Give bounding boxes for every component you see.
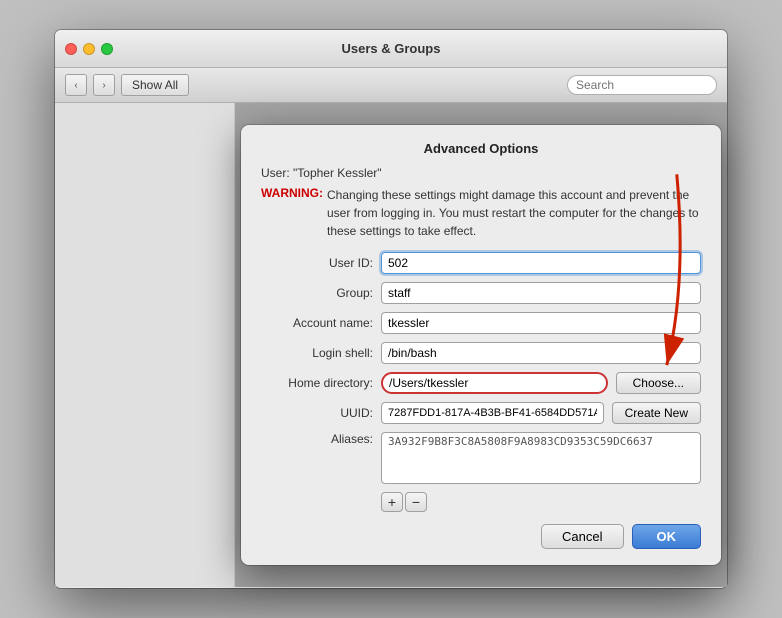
window-content: Advanced Options User: "Topher Kessler" … [55, 103, 727, 587]
home-directory-input[interactable] [381, 372, 608, 394]
create-new-button[interactable]: Create New [612, 402, 701, 424]
modal-overlay: Advanced Options User: "Topher Kessler" … [235, 103, 727, 587]
os-window: Users & Groups ‹ › Show All Advanced Opt… [55, 30, 727, 588]
home-directory-row: Home directory: Choose... [261, 372, 701, 394]
uuid-row: UUID: Create New [261, 402, 701, 424]
warning-label: WARNING: [261, 186, 323, 240]
group-row: Group: [261, 282, 701, 304]
aliases-row: Aliases: 3A932F9B8F3C8A5808F9A8983CD9353… [261, 432, 701, 484]
group-label: Group: [261, 286, 381, 300]
aliases-textarea[interactable]: 3A932F9B8F3C8A5808F9A8983CD9353C59DC6637 [381, 432, 701, 484]
uuid-input[interactable] [381, 402, 604, 424]
dialog-footer: Cancel OK [241, 524, 721, 549]
aliases-label: Aliases: [261, 432, 381, 446]
uuid-label: UUID: [261, 406, 381, 420]
advanced-options-dialog: Advanced Options User: "Topher Kessler" … [241, 125, 721, 565]
remove-alias-button[interactable]: − [405, 492, 427, 512]
user-label: User: "Topher Kessler" [261, 166, 701, 180]
main-content: Advanced Options User: "Topher Kessler" … [235, 103, 727, 587]
login-shell-row: Login shell: [261, 342, 701, 364]
warning-box: WARNING: Changing these settings might d… [261, 186, 701, 240]
titlebar: Users & Groups [55, 30, 727, 68]
home-directory-label: Home directory: [261, 376, 381, 390]
dialog-body: User: "Topher Kessler" WARNING: Changing… [241, 166, 721, 512]
sidebar [55, 103, 235, 587]
warning-text: Changing these settings might damage thi… [327, 186, 701, 240]
account-name-row: Account name: [261, 312, 701, 334]
search-input[interactable] [567, 75, 717, 95]
show-all-button[interactable]: Show All [121, 74, 189, 96]
close-button[interactable] [65, 43, 77, 55]
minimize-button[interactable] [83, 43, 95, 55]
account-name-input[interactable] [381, 312, 701, 334]
home-directory-input-wrap [381, 372, 608, 394]
user-id-label: User ID: [261, 256, 381, 270]
user-id-input[interactable] [381, 252, 701, 274]
group-input[interactable] [381, 282, 701, 304]
login-shell-input[interactable] [381, 342, 701, 364]
add-alias-button[interactable]: + [381, 492, 403, 512]
back-button[interactable]: ‹ [65, 74, 87, 96]
ok-button[interactable]: OK [632, 524, 702, 549]
forward-button[interactable]: › [93, 74, 115, 96]
login-shell-label: Login shell: [261, 346, 381, 360]
cancel-button[interactable]: Cancel [541, 524, 623, 549]
user-id-row: User ID: [261, 252, 701, 274]
dialog-title: Advanced Options [241, 125, 721, 166]
choose-button[interactable]: Choose... [616, 372, 701, 394]
account-name-label: Account name: [261, 316, 381, 330]
window-title: Users & Groups [342, 41, 441, 56]
traffic-lights [65, 43, 113, 55]
plus-minus-row: + − [381, 492, 701, 512]
toolbar: ‹ › Show All [55, 68, 727, 103]
maximize-button[interactable] [101, 43, 113, 55]
